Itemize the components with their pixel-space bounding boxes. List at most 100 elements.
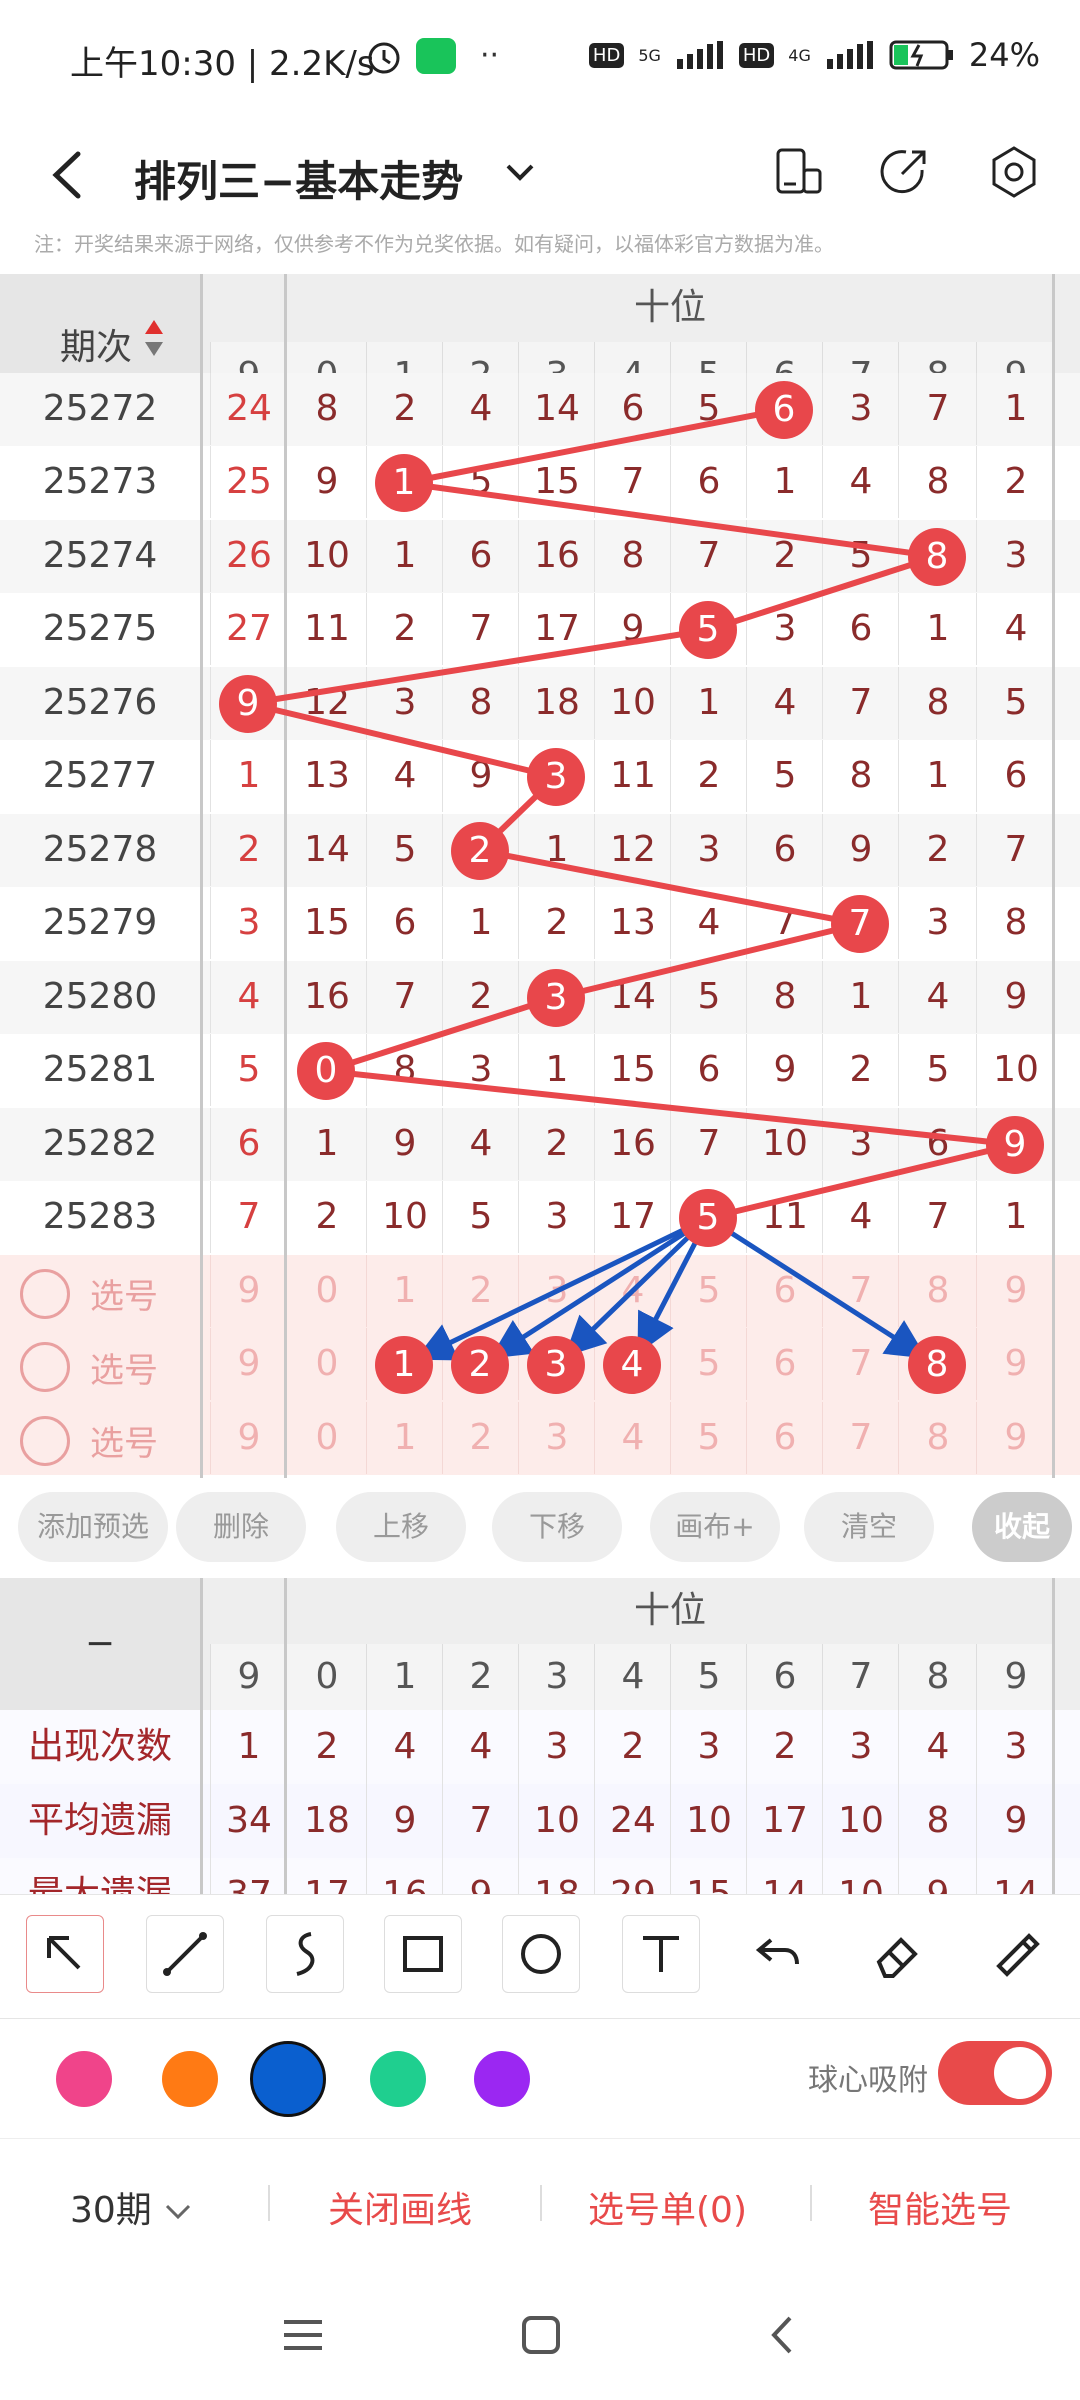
stats-row-label: 最大遗漏 (0, 1858, 200, 1894)
color-swatch[interactable] (370, 2051, 426, 2107)
period-select-label: 30期 (70, 2190, 152, 2231)
drawing-layer[interactable] (0, 274, 1080, 1478)
stats-cell: 2 (746, 1710, 823, 1784)
trend-line (247, 627, 709, 707)
color-swatch[interactable] (56, 2051, 112, 2107)
pick-ball[interactable]: 2 (451, 1336, 509, 1394)
pick-ball[interactable]: 1 (375, 1336, 433, 1394)
draw-ball[interactable]: 0 (297, 1042, 355, 1100)
stats-cell: 29 (594, 1858, 671, 1894)
stats-cell: 8 (898, 1784, 977, 1858)
action-button[interactable]: 画布+ (650, 1492, 780, 1562)
color-swatch[interactable] (250, 2041, 326, 2117)
draw-ball[interactable]: 7 (831, 895, 889, 953)
period-select[interactable]: 30期 (70, 2181, 193, 2233)
pick-ball[interactable]: 8 (908, 1336, 966, 1394)
stats-cell: 4 (442, 1710, 519, 1784)
stats-cell: 16 (366, 1858, 443, 1894)
brush-clear-icon[interactable] (976, 1915, 1054, 1993)
color-swatch[interactable] (162, 2051, 218, 2107)
action-button[interactable]: 清空 (804, 1492, 934, 1562)
action-button[interactable]: 上移 (336, 1492, 466, 1562)
battery-icon (889, 40, 953, 70)
stats-column-header: 9 (976, 1644, 1055, 1710)
action-button[interactable]: 下移 (492, 1492, 622, 1562)
chevron-down-icon[interactable] (500, 152, 540, 192)
trend-line (479, 847, 861, 927)
trend-line (707, 1141, 1016, 1221)
undo-icon[interactable] (740, 1915, 818, 1993)
draw-ball[interactable]: 3 (527, 968, 585, 1027)
battery-level: 24% (968, 36, 1040, 74)
home-icon[interactable] (518, 2312, 564, 2358)
wechat-icon (416, 38, 456, 74)
pick-ball[interactable]: 4 (603, 1336, 661, 1394)
draw-ball[interactable]: 6 (755, 380, 813, 439)
action-button[interactable]: 添加预选 (18, 1492, 168, 1562)
device-layout-icon[interactable] (770, 144, 826, 200)
stats-column-header: 3 (518, 1644, 595, 1710)
curve-tool-icon[interactable] (266, 1915, 344, 1993)
close-lines-button[interactable]: 关闭画线 (328, 2181, 472, 2233)
stats-column-header: 4 (594, 1644, 671, 1710)
stats-cell: 2 (286, 1710, 367, 1784)
hd-label-2: HD (738, 42, 775, 68)
smart-pick-button[interactable]: 智能选号 (868, 2181, 1012, 2233)
stats-cell: 17 (286, 1858, 367, 1894)
draw-ball[interactable]: 1 (375, 454, 433, 512)
drawn-arrow[interactable] (706, 1215, 927, 1359)
drawn-arrow[interactable] (490, 1215, 710, 1359)
column-separator (284, 1578, 287, 1894)
circle-tool-icon[interactable] (502, 1915, 580, 1993)
alarm-icon (364, 36, 404, 76)
line-tool-icon[interactable] (146, 1915, 224, 1993)
settings-gear-icon[interactable] (986, 144, 1042, 200)
drawn-arrow[interactable] (414, 1215, 710, 1361)
pick-ball[interactable]: 3 (527, 1336, 585, 1394)
draw-ball[interactable]: 9 (219, 674, 277, 733)
stats-cell: 14 (976, 1858, 1055, 1894)
page-title: 排列三−基本走势 (134, 157, 464, 206)
stats-column-header: 8 (898, 1644, 977, 1710)
stats-cell: 10 (518, 1784, 595, 1858)
trend-line (403, 406, 785, 486)
stats-column-header: 1 (366, 1644, 443, 1710)
draw-ball[interactable]: 3 (527, 748, 585, 806)
stats-cell: 10 (670, 1784, 747, 1858)
status-right: HD 5G HD 4G 24% (588, 36, 1040, 74)
snap-label: 球心吸附 (808, 2063, 928, 2098)
action-button[interactable]: 删除 (176, 1492, 306, 1562)
stats-cell: 34 (210, 1784, 287, 1858)
divider-3 (810, 2185, 812, 2221)
stats-cell: 7 (442, 1784, 519, 1858)
hd-label: HD (588, 42, 625, 68)
disclaimer-notice: 注：开奖结果来源于网络，仅供参考不作为兑奖依据。如有疑问，以福体彩官方数据为准。 (34, 232, 834, 256)
eraser-icon[interactable] (858, 1915, 936, 1993)
share-icon[interactable] (876, 144, 932, 200)
draw-ball[interactable]: 9 (986, 1115, 1044, 1174)
status-time: 上午10:30 | 2.2K/s (70, 44, 375, 84)
pick-list-button[interactable]: 选号单(0) (588, 2181, 747, 2233)
stats-column-header: 7 (822, 1644, 899, 1710)
snap-toggle[interactable] (938, 2041, 1052, 2105)
draw-ball[interactable]: 5 (679, 601, 737, 659)
draw-ball[interactable]: 5 (679, 1189, 737, 1247)
stats-cell: 3 (518, 1710, 595, 1784)
trend-line (325, 1068, 1016, 1148)
color-swatch[interactable] (474, 2051, 530, 2107)
draw-ball[interactable]: 2 (451, 821, 509, 880)
trend-grid: 期次 十位 90123456789 2527224824146563712527… (0, 274, 1080, 1478)
stats-cell: 2 (594, 1710, 671, 1784)
back-arrow-icon[interactable] (48, 150, 88, 200)
stats-cell: 1 (210, 1710, 287, 1784)
stats-cell: 9 (898, 1858, 977, 1894)
collapse-button[interactable]: 收起 (972, 1492, 1072, 1562)
pointer-tool-icon[interactable] (26, 1915, 104, 1993)
rectangle-tool-icon[interactable] (384, 1915, 462, 1993)
text-tool-icon[interactable] (622, 1915, 700, 1993)
back-nav-icon[interactable] (760, 2312, 806, 2358)
stats-cell: 4 (366, 1710, 443, 1784)
stats-row-label: 平均遗漏 (27, 1800, 172, 1841)
draw-ball[interactable]: 8 (908, 527, 966, 586)
menu-icon[interactable] (280, 2312, 326, 2358)
